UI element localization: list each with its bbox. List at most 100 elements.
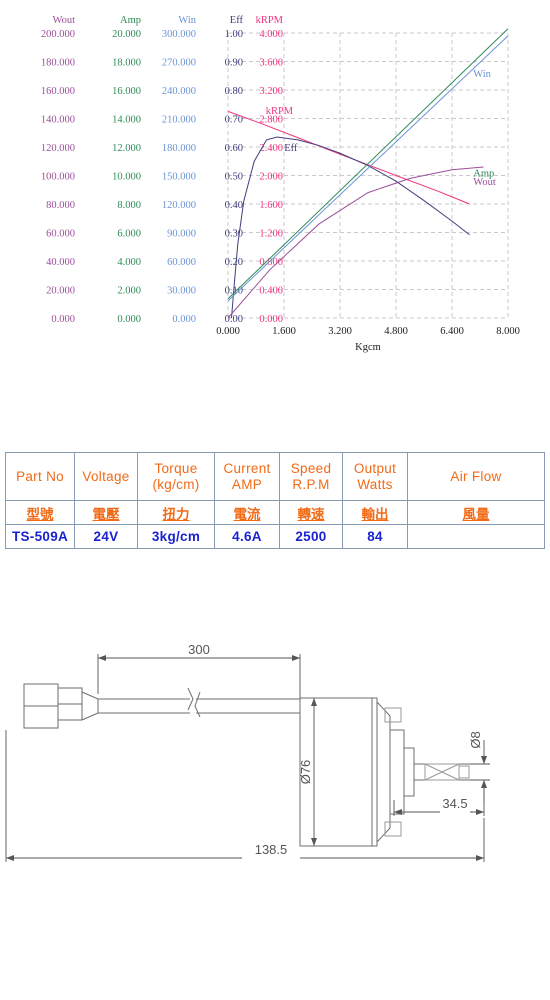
dimension-diameter-76: Ø76 xyxy=(298,698,317,846)
axis-tick-amp: 4.000 xyxy=(117,257,141,268)
x-axis-tick: 3.200 xyxy=(328,326,352,337)
axis-tick-wout: 120.000 xyxy=(41,143,75,154)
cn-speed: 轉速 xyxy=(279,500,343,525)
table-chinese-row: 型號 電壓 扭力 電流 轉速 輸出 風量 xyxy=(5,500,545,525)
axis-title-krpm: kRPM xyxy=(256,15,284,26)
axis-tick-eff: 0.90 xyxy=(225,58,243,69)
axis-tick-wout: 60.000 xyxy=(46,229,75,240)
axis-tick-wout: 40.000 xyxy=(46,257,75,268)
dim-body-diameter: Ø76 xyxy=(298,760,313,785)
axis-tick-wout: 200.000 xyxy=(41,29,75,40)
value-air-flow xyxy=(407,524,545,549)
axis-tick-win: 210.000 xyxy=(162,115,196,126)
axis-tick-krpm: 3.600 xyxy=(259,58,283,69)
performance-chart: Wout 200.000 180.000 160.000 140.000 120.000 1… xyxy=(0,0,550,370)
dimension-lead-300: 300 xyxy=(97,642,301,698)
axis-tick-amp: 6.000 xyxy=(117,229,141,240)
axis-tick-krpm: 2.400 xyxy=(259,143,283,154)
cn-output: 輸出 xyxy=(342,500,408,525)
axis-tick-win: 30.000 xyxy=(167,286,196,297)
axis-tick-krpm: 4.000 xyxy=(259,29,283,40)
axis-tick-wout: 160.000 xyxy=(41,86,75,97)
axis-tick-amp: 20.000 xyxy=(112,29,141,40)
header-air-flow-l1: Air Flow xyxy=(450,468,502,484)
header-part-no: Part No xyxy=(5,452,75,501)
axis-tick-amp: 12.000 xyxy=(112,143,141,154)
header-part-no-l1: Part No xyxy=(16,468,64,484)
axis-tick-win: 150.000 xyxy=(162,172,196,183)
value-torque: 3kg/cm xyxy=(137,524,215,549)
axis-tick-krpm: 1.200 xyxy=(259,229,283,240)
wire-lead xyxy=(81,687,300,721)
value-output: 84 xyxy=(342,524,408,549)
drawing-canvas: 300 Ø76 Ø8 34.5 138.5 xyxy=(5,642,490,862)
axis-tick-win: 180.000 xyxy=(162,143,196,154)
specification-table: Part No Voltage Torque (kg/cm) Current A… xyxy=(5,452,545,549)
curve-label-win: Win xyxy=(473,69,491,80)
x-axis-tick: 4.800 xyxy=(384,326,408,337)
shaft-assembly xyxy=(414,763,470,781)
axis-tick-krpm: 3.200 xyxy=(259,86,283,97)
header-output: Output Watts xyxy=(342,452,408,501)
axis-tick-eff: 0.80 xyxy=(225,86,243,97)
value-current: 4.6A xyxy=(214,524,280,549)
header-voltage-l1: Voltage xyxy=(82,468,130,484)
cn-air-flow: 風量 xyxy=(407,500,545,525)
curve-label-amp: Amp xyxy=(473,169,494,180)
axis-tick-eff: 0.20 xyxy=(225,257,243,268)
axis-tick-win: 90.000 xyxy=(167,229,196,240)
dim-shaft-length: 34.5 xyxy=(442,796,467,811)
axis-tick-wout: 180.000 xyxy=(41,58,75,69)
header-torque-l1: Torque xyxy=(154,460,198,476)
header-speed-l2: R.P.M xyxy=(292,476,330,492)
value-part-no: TS-509A xyxy=(5,524,75,549)
header-current-l2: AMP xyxy=(231,476,263,492)
axis-tick-wout: 80.000 xyxy=(46,200,75,211)
axis-tick-amp: 10.000 xyxy=(112,172,141,183)
dim-lead-length: 300 xyxy=(188,642,210,657)
motor-dimension-drawing: 300 Ø76 Ø8 34.5 138.5 xyxy=(0,630,550,890)
axis-tick-eff: 0.60 xyxy=(225,143,243,154)
axis-tick-win: 240.000 xyxy=(162,86,196,97)
cn-current: 電流 xyxy=(214,500,280,525)
cn-torque: 扭力 xyxy=(137,500,215,525)
connector-assembly xyxy=(23,683,83,729)
chart-canvas: Wout 200.000 180.000 160.000 140.000 120.000 1… xyxy=(41,15,520,353)
axis-tick-win: 270.000 xyxy=(162,58,196,69)
axis-tick-krpm: 2.000 xyxy=(259,172,283,183)
curve-label-eff: Eff xyxy=(284,143,298,154)
header-current-l1: Current xyxy=(223,460,271,476)
axis-tick-amp: 16.000 xyxy=(112,86,141,97)
table-header-row: Part No Voltage Torque (kg/cm) Current A… xyxy=(5,452,545,501)
cn-part-no: 型號 xyxy=(5,500,75,525)
header-voltage: Voltage xyxy=(74,452,138,501)
axis-tick-krpm: 1.600 xyxy=(259,200,283,211)
axis-tick-amp: 2.000 xyxy=(117,286,141,297)
value-voltage: 24V xyxy=(74,524,138,549)
axis-title-win: Win xyxy=(178,15,196,26)
axis-tick-eff: 1.00 xyxy=(225,29,243,40)
axis-tick-wout: 0.000 xyxy=(51,314,75,325)
axis-tick-amp: 8.000 xyxy=(117,200,141,211)
axis-tick-krpm: 0.000 xyxy=(259,314,283,325)
header-current: Current AMP xyxy=(214,452,280,501)
x-axis-tick: 1.600 xyxy=(272,326,296,337)
axis-title-amp: Amp xyxy=(120,15,141,26)
motor-body xyxy=(299,697,415,847)
axis-tick-win: 300.000 xyxy=(162,29,196,40)
axis-tick-win: 120.000 xyxy=(162,200,196,211)
axis-tick-win: 60.000 xyxy=(167,257,196,268)
cn-voltage: 電壓 xyxy=(74,500,138,525)
axis-tick-eff: 0.00 xyxy=(225,314,243,325)
axis-tick-amp: 14.000 xyxy=(112,115,141,126)
dimension-diameter-8: Ø8 xyxy=(468,731,490,804)
table-value-row: TS-509A 24V 3kg/cm 4.6A 2500 84 xyxy=(5,524,545,549)
dimension-shaft-34-5: 34.5 xyxy=(393,782,485,816)
axis-tick-eff: 0.40 xyxy=(225,200,243,211)
axis-tick-amp: 0.000 xyxy=(117,314,141,325)
spec-table: Part No Voltage Torque (kg/cm) Current A… xyxy=(5,452,545,549)
axis-tick-win: 0.000 xyxy=(172,314,196,325)
axis-title-wout: Wout xyxy=(53,15,76,26)
axis-tick-krpm: 0.400 xyxy=(259,286,283,297)
dim-shaft-diameter: Ø8 xyxy=(468,731,483,748)
